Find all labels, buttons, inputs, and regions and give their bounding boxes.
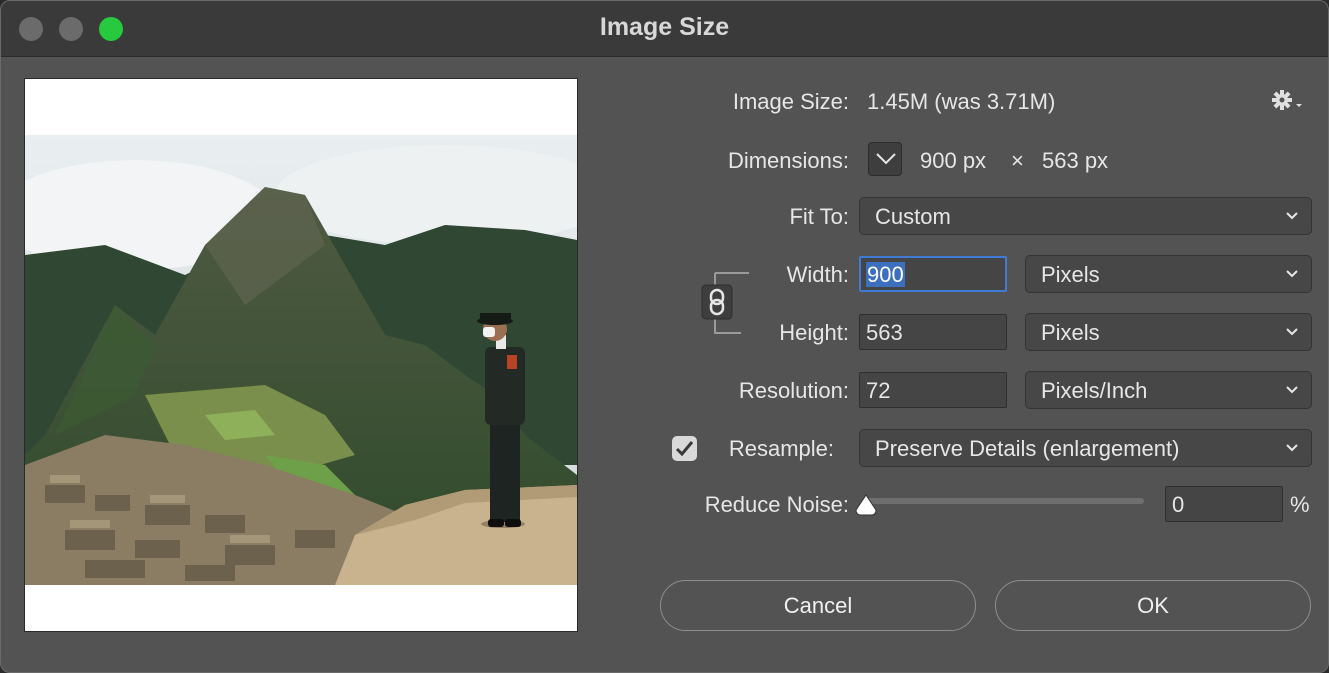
image-size-dialog: Image Size Image Size: 1.45M (was 3.71M)… [0, 0, 1329, 673]
chevron-down-icon [1286, 386, 1298, 394]
cancel-button[interactable]: Cancel [660, 580, 976, 631]
resolution-input-value: 72 [866, 378, 891, 403]
ok-button-label: OK [1137, 593, 1169, 618]
reduce-noise-label: Reduce Noise: [704, 492, 849, 517]
resolution-unit-value: Pixels/Inch [1041, 378, 1148, 403]
reduce-noise-unit: % [1290, 492, 1310, 517]
cancel-button-label: Cancel [783, 593, 853, 618]
resolution-unit-select[interactable]: Pixels/Inch [1025, 371, 1312, 409]
dimensions-height-value: 563 px [1042, 148, 1109, 173]
chevron-down-icon [1286, 270, 1298, 278]
dimensions-units-dropdown[interactable] [868, 142, 902, 176]
dimensions-times-sign: × [1011, 148, 1024, 173]
width-unit-select[interactable]: Pixels [1025, 255, 1312, 293]
chevron-down-icon [1286, 444, 1298, 452]
height-unit-select[interactable]: Pixels [1025, 313, 1312, 351]
width-label: Width: [786, 262, 849, 287]
height-input[interactable]: 563 [859, 314, 1007, 350]
reduce-noise-slider-thumb[interactable] [854, 493, 878, 522]
resample-label: Resample: [728, 436, 834, 461]
fit-to-select[interactable]: Custom [859, 197, 1312, 235]
height-unit-value: Pixels [1041, 320, 1100, 345]
width-unit-value: Pixels [1041, 262, 1100, 287]
dimensions-label: Dimensions: [727, 148, 849, 173]
resample-method-value: Preserve Details (enlargement) [875, 436, 1180, 461]
resample-method-select[interactable]: Preserve Details (enlargement) [859, 429, 1312, 467]
ok-button[interactable]: OK [995, 580, 1311, 631]
image-size-value: 1.45M (was 3.71M) [867, 89, 1056, 114]
fit-to-label: Fit To: [789, 204, 849, 229]
width-input[interactable]: 900 [859, 256, 1007, 292]
reduce-noise-value: 0 [1172, 492, 1185, 517]
chevron-down-icon [1286, 328, 1298, 336]
image-preview[interactable] [24, 78, 578, 632]
chevron-down-icon [876, 153, 896, 165]
resolution-input[interactable]: 72 [859, 372, 1007, 408]
reduce-noise-input[interactable]: 0 [1165, 486, 1283, 522]
dialog-title: Image Size [599, 13, 730, 41]
height-label: Height: [779, 320, 849, 345]
height-input-value: 563 [866, 320, 903, 345]
dimensions-width-value: 900 px [920, 148, 987, 173]
title-bar: Image Size [1, 1, 1328, 57]
chevron-down-icon [1286, 212, 1298, 220]
reduce-noise-slider-track[interactable] [863, 498, 1144, 504]
gear-icon[interactable] [1271, 89, 1305, 118]
image-size-label: Image Size: [732, 89, 849, 114]
resolution-label: Resolution: [738, 378, 849, 403]
width-input-value: 900 [866, 262, 905, 287]
fit-to-value: Custom [875, 204, 951, 229]
preview-photo [25, 135, 577, 585]
